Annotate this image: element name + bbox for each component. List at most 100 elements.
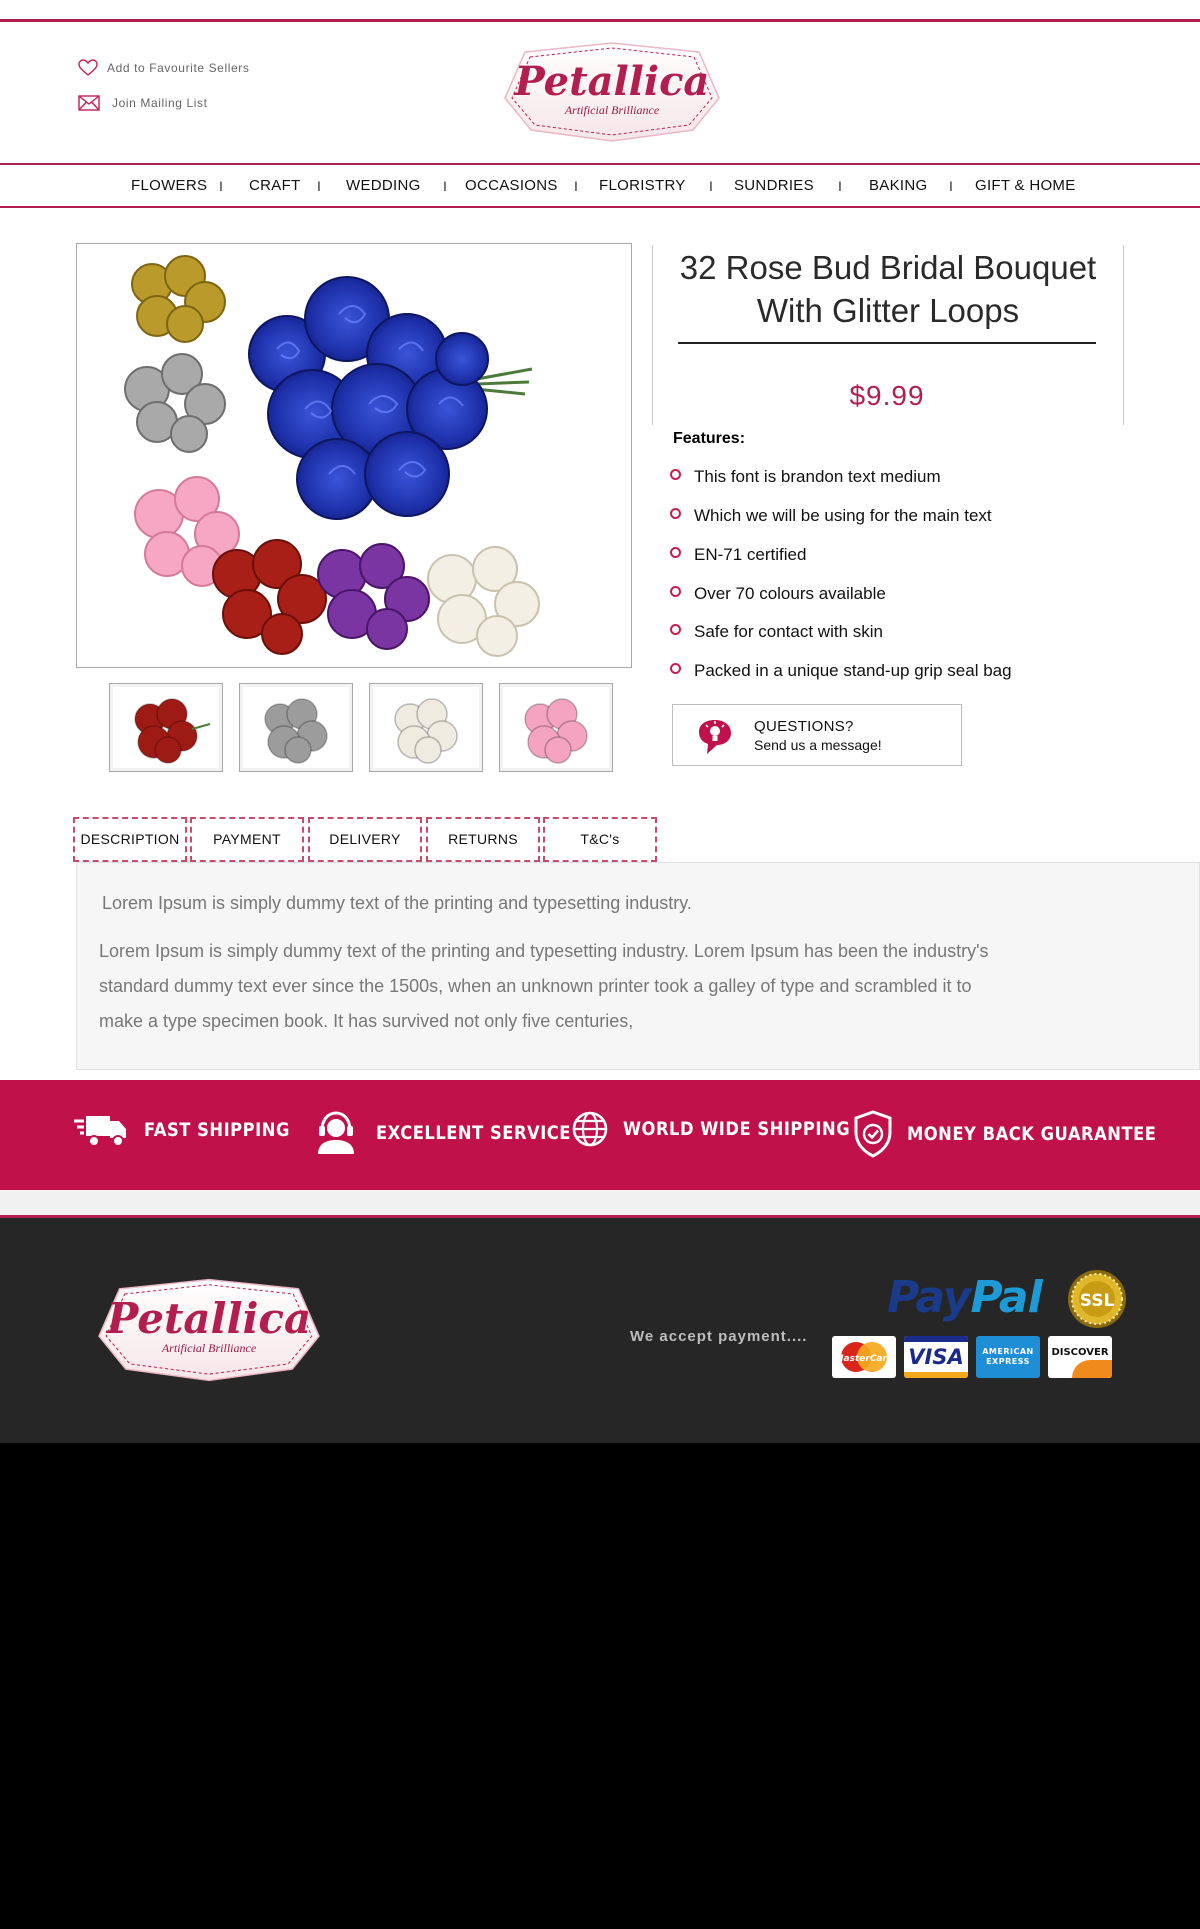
banner-money-back: MONEY BACK GUARANTEE [853, 1110, 1197, 1158]
header-logo[interactable]: Petallica Artificial Brilliance [503, 40, 721, 144]
questions-message-button[interactable]: QUESTIONS? Send us a message! [672, 704, 962, 766]
bullet-circle-icon [670, 507, 681, 519]
description-line: standard dummy text ever since the 1500s… [99, 976, 972, 996]
ssl-label: SSL [1080, 1291, 1115, 1311]
product-price: $9.99 [849, 380, 925, 411]
feature-item: This font is brandon text medium [670, 467, 941, 487]
product-thumbnail[interactable] [239, 683, 353, 772]
feature-text: EN-71 certified [694, 545, 807, 564]
card-label: MasterCard [835, 1354, 894, 1364]
mailing-label: Join Mailing List [112, 96, 208, 110]
paypal-logo-part: Pay [887, 1272, 971, 1323]
nav-item-sundries[interactable]: SUNDRIES [734, 177, 814, 194]
banner-label: WORLD WIDE SHIPPING [623, 1118, 851, 1140]
bullet-circle-icon [670, 468, 681, 480]
bullet-circle-icon [670, 546, 681, 558]
heart-icon [78, 59, 98, 76]
feature-item: Safe for contact with skin [670, 622, 883, 642]
nav-separator: I [219, 178, 223, 194]
tab-description[interactable]: DESCRIPTION [73, 817, 187, 862]
features-heading: Features: [673, 430, 746, 447]
envelope-icon [78, 95, 100, 111]
questions-subtitle: Send us a message! [754, 737, 882, 753]
product-thumbnail[interactable] [499, 683, 613, 772]
questions-title: QUESTIONS? [754, 718, 854, 735]
section-spacer [0, 1190, 1200, 1216]
chat-lightbulb-icon [699, 720, 731, 754]
nav-item-craft[interactable]: CRAFT [249, 177, 301, 194]
bullet-circle-icon [670, 662, 681, 674]
product-thumbnail[interactable] [369, 683, 483, 772]
accept-payment-label: We accept payment.... [630, 1328, 808, 1345]
description-line: make a type specimen book. It has surviv… [99, 1011, 634, 1031]
logo-brand-text: Petallica [514, 58, 710, 105]
nav-item-occasions[interactable]: OCCASIONS [465, 177, 558, 194]
title-divider [678, 342, 1096, 344]
feature-text: Packed in a unique stand-up grip seal ba… [694, 661, 1012, 680]
amex-card-icon: AMERICAN EXPRESS [976, 1336, 1040, 1378]
nav-item-gift-home[interactable]: GIFT & HOME [975, 177, 1076, 194]
description-panel: Lorem Ipsum is simply dummy text of the … [76, 862, 1200, 1070]
shield-check-icon [854, 1110, 892, 1158]
headset-agent-icon [318, 1111, 354, 1154]
nav-item-wedding[interactable]: WEDDING [346, 177, 421, 194]
mastercard-card-icon: MasterCard [832, 1336, 896, 1378]
description-body: Lorem Ipsum is simply dummy text of the … [99, 934, 1099, 1039]
nav-separator: I [443, 178, 447, 194]
product-main-image[interactable] [76, 243, 632, 668]
rose-bouquet-illustration [124, 255, 540, 657]
feature-text: Over 70 colours available [694, 584, 886, 603]
banner-excellent-service: EXCELLENT SERVICE [314, 1110, 603, 1156]
card-label: VISA [908, 1345, 964, 1369]
tab-terms[interactable]: T&C's [543, 817, 657, 862]
thumb-rose-illustration [264, 698, 328, 764]
nav-item-flowers[interactable]: FLOWERS [131, 177, 207, 194]
banner-label: MONEY BACK GUARANTEE [907, 1123, 1157, 1145]
thumb-rose-illustration [524, 698, 588, 764]
truck-icon [74, 1116, 126, 1147]
feature-item: Which we will be using for the main text [670, 506, 992, 526]
tab-returns[interactable]: RETURNS [426, 817, 540, 862]
feature-item: EN-71 certified [670, 545, 806, 565]
logo-tagline: Artificial Brilliance [564, 103, 660, 117]
banner-label: EXCELLENT SERVICE [376, 1122, 571, 1144]
join-mailing-list-link[interactable]: Join Mailing List [78, 91, 249, 115]
bullet-circle-icon [670, 585, 681, 597]
product-title-line-2: With Glitter Loops [756, 292, 1020, 329]
paypal-logo: PayPal [887, 1272, 1043, 1323]
tab-delivery[interactable]: DELIVERY [308, 817, 422, 862]
bullet-circle-icon [670, 623, 681, 635]
feature-item: Packed in a unique stand-up grip seal ba… [670, 661, 1012, 681]
nav-item-floristry[interactable]: FLORISTRY [599, 177, 686, 194]
nav-separator: I [317, 178, 321, 194]
nav-separator: I [838, 178, 842, 194]
thumb-roses [524, 698, 588, 764]
product-page: Add to Favourite Sellers Join Mailing Li… [0, 0, 1200, 1443]
description-lead: Lorem Ipsum is simply dummy text of the … [102, 893, 692, 913]
thumb-roses [394, 698, 458, 764]
feature-item: Over 70 colours available [670, 584, 886, 604]
feature-text: This font is brandon text medium [694, 467, 941, 486]
feature-text: Which we will be using for the main text [694, 506, 992, 525]
paypal-logo-part: Pal [970, 1272, 1042, 1323]
add-favourite-sellers-link[interactable]: Add to Favourite Sellers [78, 56, 249, 80]
header-links: Add to Favourite Sellers Join Mailing Li… [78, 56, 249, 126]
tab-payment[interactable]: PAYMENT [190, 817, 304, 862]
footer: Petallica Artificial Brilliance We accep… [0, 1215, 1200, 1443]
nav-separator: I [949, 178, 953, 194]
product-title-line-1: 32 Rose Bud Bridal Bouquet [679, 249, 1097, 286]
footer-logo[interactable]: Petallica Artificial Brilliance [97, 1274, 321, 1386]
favourite-label: Add to Favourite Sellers [107, 61, 250, 75]
visa-card-icon: VISA [904, 1336, 968, 1378]
thumb-rose-illustration [134, 698, 211, 764]
globe-icon [572, 1111, 608, 1147]
feature-text: Safe for contact with skin [694, 622, 883, 641]
logo-tagline: Artificial Brilliance [161, 1341, 257, 1355]
product-title: 32 Rose Bud Bridal Bouquet With Glitter … [678, 246, 1098, 332]
nav-separator: I [709, 178, 713, 194]
nav-item-baking[interactable]: BAKING [869, 177, 927, 194]
product-thumbnail[interactable] [109, 683, 223, 772]
card-label: AMERICAN EXPRESS [982, 1347, 1034, 1366]
main-nav: FLOWERS I CRAFT I WEDDING I OCCASIONS I … [0, 163, 1200, 208]
discover-card-icon: DISCOVER [1048, 1336, 1112, 1378]
